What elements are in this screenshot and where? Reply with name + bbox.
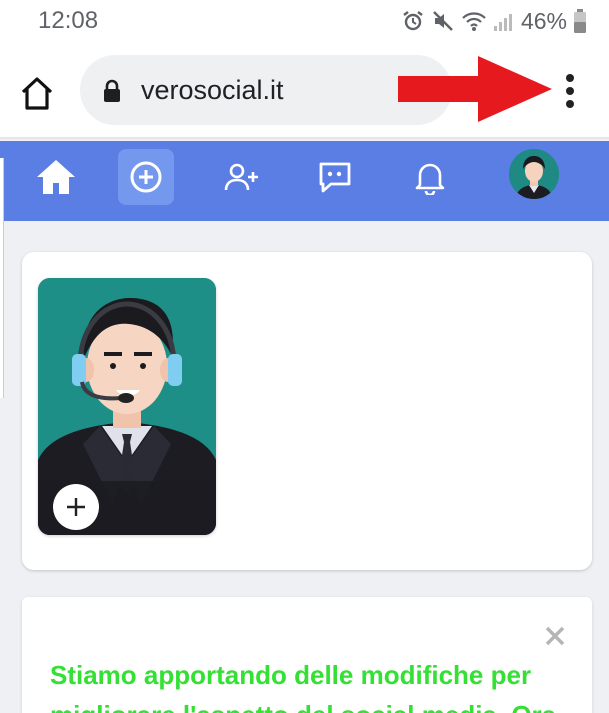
home-icon[interactable] <box>18 74 56 112</box>
close-icon[interactable] <box>544 625 566 647</box>
notice-text: Stiamo apportando delle modifiche per mi… <box>50 660 556 713</box>
plus-icon <box>65 496 87 518</box>
status-time: 12:08 <box>38 7 99 34</box>
add-circle-icon[interactable] <box>118 149 174 205</box>
battery-percent: 46% <box>520 7 567 34</box>
mute-icon <box>431 9 455 33</box>
url-bar[interactable]: verosocial.it <box>80 55 452 125</box>
add-story-button[interactable] <box>53 484 99 530</box>
more-vert-icon[interactable] <box>558 72 582 112</box>
messages-icon[interactable] <box>307 149 363 205</box>
status-bar: 12:08 46% <box>0 0 609 42</box>
battery-icon <box>573 8 587 34</box>
stories-card <box>22 252 592 570</box>
home-icon[interactable] <box>28 149 84 205</box>
url-text: verosocial.it <box>141 75 284 105</box>
notice-card: Stiamo apportando delle modifiche per mi… <box>22 597 592 713</box>
alarm-icon <box>401 9 425 33</box>
lock-icon <box>102 79 122 108</box>
create-story-thumbnail[interactable] <box>38 278 216 535</box>
app-nav <box>0 141 609 221</box>
notifications-icon[interactable] <box>402 149 458 205</box>
status-icons: 46% <box>401 7 587 35</box>
signal-icon <box>493 9 515 33</box>
red-arrow <box>398 56 552 127</box>
side-drawer-edge[interactable] <box>0 158 4 398</box>
avatar[interactable] <box>509 149 559 199</box>
wifi-icon <box>461 9 487 33</box>
add-friend-icon[interactable] <box>214 149 270 205</box>
